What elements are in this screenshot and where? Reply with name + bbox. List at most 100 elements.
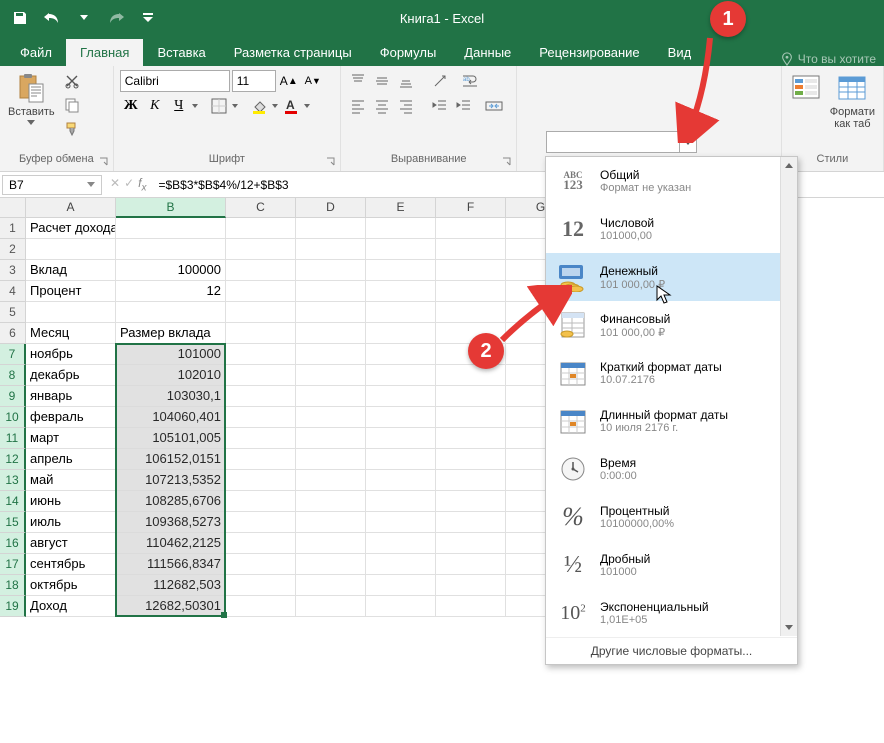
row-header[interactable]: 12	[0, 449, 26, 470]
row-header[interactable]: 2	[0, 239, 26, 260]
cell[interactable]	[296, 365, 366, 386]
underline-button[interactable]: Ч	[168, 95, 190, 117]
enter-formula-icon[interactable]: ✓	[124, 176, 134, 193]
cell[interactable]: Расчет дохода от вклада	[26, 218, 116, 239]
cell[interactable]	[296, 218, 366, 239]
cell[interactable]	[366, 260, 436, 281]
number-format-scientific[interactable]: 102Экспоненциальный1,01E+05	[546, 589, 797, 637]
cell[interactable]	[116, 239, 226, 260]
cell[interactable]: 105101,005	[116, 428, 226, 449]
number-format-combo[interactable]	[546, 131, 680, 153]
alignment-expand[interactable]	[500, 155, 514, 169]
tab-data[interactable]: Данные	[450, 39, 525, 66]
number-format-longdate[interactable]: Длинный формат даты10 июля 2176 г.	[546, 397, 797, 445]
cell[interactable]: Вклад	[26, 260, 116, 281]
qat-customize[interactable]	[134, 4, 162, 32]
cell[interactable]	[296, 428, 366, 449]
row-header[interactable]: 18	[0, 575, 26, 596]
cell[interactable]	[436, 596, 506, 617]
cell[interactable]	[366, 533, 436, 554]
col-header-C[interactable]: C	[226, 198, 296, 218]
redo-button[interactable]	[102, 4, 130, 32]
cell[interactable]: Месяц	[26, 323, 116, 344]
cell[interactable]	[226, 344, 296, 365]
cell[interactable]	[226, 281, 296, 302]
cell[interactable]	[366, 218, 436, 239]
cell[interactable]	[366, 323, 436, 344]
tab-home[interactable]: Главная	[66, 39, 143, 66]
cell[interactable]: февраль	[26, 407, 116, 428]
align-middle-button[interactable]	[371, 70, 393, 92]
tell-me-search[interactable]: Что вы хотите	[780, 52, 884, 66]
cell[interactable]	[26, 302, 116, 323]
cell[interactable]	[226, 554, 296, 575]
align-right-button[interactable]	[395, 95, 417, 117]
cell[interactable]	[366, 302, 436, 323]
cell[interactable]: 103030,1	[116, 386, 226, 407]
font-color-button[interactable]: A	[280, 95, 302, 117]
paste-button[interactable]: Вставить	[6, 70, 57, 127]
underline-dropdown-icon[interactable]	[192, 104, 198, 108]
format-painter-button[interactable]	[61, 118, 83, 140]
row-header[interactable]: 1	[0, 218, 26, 239]
row-header[interactable]: 17	[0, 554, 26, 575]
cell[interactable]	[296, 260, 366, 281]
cell[interactable]	[226, 365, 296, 386]
cell[interactable]: 12	[116, 281, 226, 302]
format-as-table-button[interactable]: Формати как таб	[828, 70, 877, 132]
cell[interactable]	[296, 281, 366, 302]
cell[interactable]: Процент	[26, 281, 116, 302]
row-header[interactable]: 8	[0, 365, 26, 386]
cell[interactable]	[366, 470, 436, 491]
col-header-B[interactable]: B	[116, 198, 226, 218]
cell[interactable]	[296, 554, 366, 575]
decrease-font-button[interactable]: A▼	[302, 70, 324, 92]
cell[interactable]	[226, 323, 296, 344]
cell[interactable]	[26, 239, 116, 260]
cell[interactable]	[226, 491, 296, 512]
cell[interactable]	[366, 386, 436, 407]
number-format-percent[interactable]: %Процентный10100000,00%	[546, 493, 797, 541]
col-header-D[interactable]: D	[296, 198, 366, 218]
increase-font-button[interactable]: A▲	[278, 70, 300, 92]
cell[interactable]	[366, 449, 436, 470]
cell[interactable]	[296, 407, 366, 428]
cell[interactable]: ноябрь	[26, 344, 116, 365]
cancel-formula-icon[interactable]: ✕	[110, 176, 120, 193]
cell[interactable]	[226, 386, 296, 407]
undo-dropdown[interactable]	[70, 4, 98, 32]
row-header[interactable]: 4	[0, 281, 26, 302]
cell[interactable]: январь	[26, 386, 116, 407]
cell[interactable]	[226, 512, 296, 533]
cell[interactable]: июнь	[26, 491, 116, 512]
name-box[interactable]: B7	[2, 175, 102, 195]
row-header[interactable]: 14	[0, 491, 26, 512]
cell[interactable]	[366, 428, 436, 449]
cell[interactable]	[436, 428, 506, 449]
cell[interactable]: 12682,50301	[116, 596, 226, 617]
select-all-corner[interactable]	[0, 198, 26, 218]
cell[interactable]	[436, 470, 506, 491]
cell[interactable]	[296, 491, 366, 512]
orientation-button[interactable]	[429, 70, 451, 92]
cell[interactable]	[366, 281, 436, 302]
row-header[interactable]: 11	[0, 428, 26, 449]
cell[interactable]	[366, 512, 436, 533]
cell[interactable]	[226, 575, 296, 596]
cell[interactable]	[296, 323, 366, 344]
cut-button[interactable]	[61, 70, 83, 92]
row-header[interactable]: 19	[0, 596, 26, 617]
dropdown-scrollbar[interactable]	[780, 157, 797, 636]
cell[interactable]: 106152,0151	[116, 449, 226, 470]
wrap-text-button[interactable]: ab	[459, 70, 481, 92]
row-header[interactable]: 13	[0, 470, 26, 491]
cell[interactable]	[436, 260, 506, 281]
cell[interactable]: 111566,8347	[116, 554, 226, 575]
cell[interactable]	[226, 407, 296, 428]
cell[interactable]	[226, 449, 296, 470]
number-format-fraction[interactable]: ½Дробный101000	[546, 541, 797, 589]
cell[interactable]: Доход	[26, 596, 116, 617]
align-top-button[interactable]	[347, 70, 369, 92]
cell[interactable]	[296, 449, 366, 470]
cell[interactable]	[366, 575, 436, 596]
